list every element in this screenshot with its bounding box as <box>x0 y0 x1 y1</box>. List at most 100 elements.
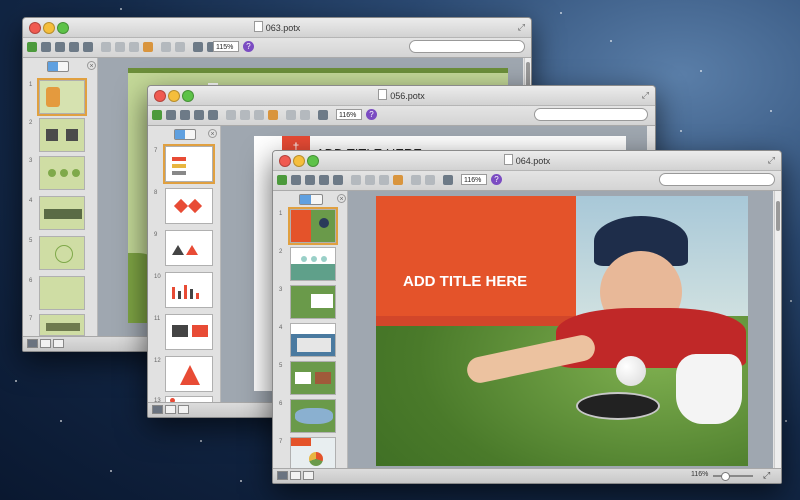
open-icon[interactable] <box>305 175 315 185</box>
format-icon[interactable] <box>393 175 403 185</box>
slide-thumbnail[interactable] <box>290 247 336 281</box>
presenter-view-button[interactable] <box>303 471 314 480</box>
templates-icon[interactable] <box>166 110 176 120</box>
templates-icon[interactable] <box>41 42 51 52</box>
slide-canvas[interactable]: ADD TITLE HERE <box>348 191 773 469</box>
redo-icon[interactable] <box>300 110 310 120</box>
status-bar: 116% ⤢ <box>273 468 781 483</box>
open-icon[interactable] <box>55 42 65 52</box>
fullscreen-icon[interactable]: ⤢ <box>642 90 649 101</box>
gallery-icon[interactable] <box>443 175 453 185</box>
help-icon[interactable]: ? <box>243 41 254 52</box>
undo-icon[interactable] <box>161 42 171 52</box>
slide-thumbnail[interactable] <box>37 78 87 116</box>
save-icon[interactable] <box>194 110 204 120</box>
title-bar[interactable]: 063.potx ⤢ <box>23 18 531 38</box>
sorter-view-button[interactable] <box>165 405 176 414</box>
slide-thumbnail[interactable] <box>165 230 213 266</box>
new-icon[interactable] <box>152 110 162 120</box>
redo-icon[interactable] <box>175 42 185 52</box>
title-bar[interactable]: 056.potx ⤢ <box>148 86 655 106</box>
print-icon[interactable] <box>83 42 93 52</box>
slide-thumbnail[interactable] <box>165 314 213 350</box>
normal-view-button[interactable] <box>152 405 163 414</box>
slide-number: 6 <box>279 401 283 407</box>
slide-number: 4 <box>279 325 283 331</box>
undo-icon[interactable] <box>411 175 421 185</box>
copy-icon[interactable] <box>365 175 375 185</box>
zoom-select[interactable]: 116% <box>336 109 362 120</box>
format-icon[interactable] <box>143 42 153 52</box>
slide-thumbnail[interactable] <box>39 276 85 310</box>
save-icon[interactable] <box>319 175 329 185</box>
title-bar[interactable]: 064.potx ⤢ <box>273 151 781 171</box>
presenter-view-button[interactable] <box>178 405 189 414</box>
zoom-select[interactable]: 115% <box>213 41 239 52</box>
slide-thumbnail[interactable] <box>39 236 85 270</box>
view-toggle[interactable] <box>299 194 323 205</box>
sorter-view-button[interactable] <box>40 339 51 348</box>
redo-icon[interactable] <box>425 175 435 185</box>
search-field[interactable] <box>534 108 648 121</box>
copy-icon[interactable] <box>240 110 250 120</box>
cut-icon[interactable] <box>101 42 111 52</box>
slide-title[interactable]: ADD TITLE HERE <box>403 273 527 290</box>
slide-thumbnail[interactable] <box>39 156 85 190</box>
fit-to-window-icon[interactable]: ⤢ <box>763 470 770 481</box>
slide-thumbnail[interactable] <box>165 188 213 224</box>
cut-icon[interactable] <box>226 110 236 120</box>
gallery-icon[interactable] <box>193 42 203 52</box>
slide-number: 7 <box>29 316 33 322</box>
print-icon[interactable] <box>208 110 218 120</box>
help-icon[interactable]: ? <box>366 109 377 120</box>
zoom-slider-knob[interactable] <box>721 472 730 481</box>
slide-number: 5 <box>279 363 283 369</box>
slide-thumbnail[interactable] <box>288 207 338 245</box>
slide-thumbnail[interactable] <box>39 314 85 336</box>
slide-thumbnail[interactable] <box>39 196 85 230</box>
format-icon[interactable] <box>268 110 278 120</box>
fullscreen-icon[interactable]: ⤢ <box>518 22 525 33</box>
normal-view-button[interactable] <box>27 339 38 348</box>
paste-icon[interactable] <box>254 110 264 120</box>
sidebar-settings-icon[interactable]: × <box>337 194 346 203</box>
zoom-slider[interactable] <box>713 472 753 481</box>
slide[interactable]: ADD TITLE HERE <box>376 196 748 466</box>
zoom-select[interactable]: 116% <box>461 174 487 185</box>
search-field[interactable] <box>659 173 775 186</box>
fullscreen-icon[interactable]: ⤢ <box>768 155 775 166</box>
view-toggle[interactable] <box>174 129 196 140</box>
vertical-scrollbar[interactable] <box>774 191 781 469</box>
copy-icon[interactable] <box>115 42 125 52</box>
normal-view-button[interactable] <box>277 471 288 480</box>
gallery-icon[interactable] <box>318 110 328 120</box>
templates-icon[interactable] <box>291 175 301 185</box>
view-toggle[interactable] <box>47 61 69 72</box>
paste-icon[interactable] <box>379 175 389 185</box>
save-icon[interactable] <box>69 42 79 52</box>
undo-icon[interactable] <box>286 110 296 120</box>
presenter-view-button[interactable] <box>53 339 64 348</box>
slide-number: 1 <box>29 82 33 88</box>
slide-thumbnail[interactable] <box>290 361 336 395</box>
window-064[interactable]: 064.potx ⤢ 116% ? × 1 2 3 4 5 6 7 ADD TI… <box>272 150 782 484</box>
slide-thumbnail[interactable] <box>290 285 336 319</box>
sidebar-settings-icon[interactable]: × <box>87 61 96 70</box>
slide-thumbnail[interactable] <box>290 399 336 433</box>
open-icon[interactable] <box>180 110 190 120</box>
sorter-view-button[interactable] <box>290 471 301 480</box>
new-icon[interactable] <box>277 175 287 185</box>
search-field[interactable] <box>409 40 525 53</box>
slide-thumbnail[interactable] <box>163 144 215 184</box>
paste-icon[interactable] <box>129 42 139 52</box>
print-icon[interactable] <box>333 175 343 185</box>
slide-thumbnail[interactable] <box>165 356 213 392</box>
slide-thumbnail[interactable] <box>39 118 85 152</box>
slide-thumbnail[interactable] <box>290 437 336 469</box>
cut-icon[interactable] <box>351 175 361 185</box>
slide-thumbnail[interactable] <box>165 272 213 308</box>
help-icon[interactable]: ? <box>491 174 502 185</box>
sidebar-settings-icon[interactable]: × <box>208 129 217 138</box>
slide-thumbnail[interactable] <box>290 323 336 357</box>
new-icon[interactable] <box>27 42 37 52</box>
